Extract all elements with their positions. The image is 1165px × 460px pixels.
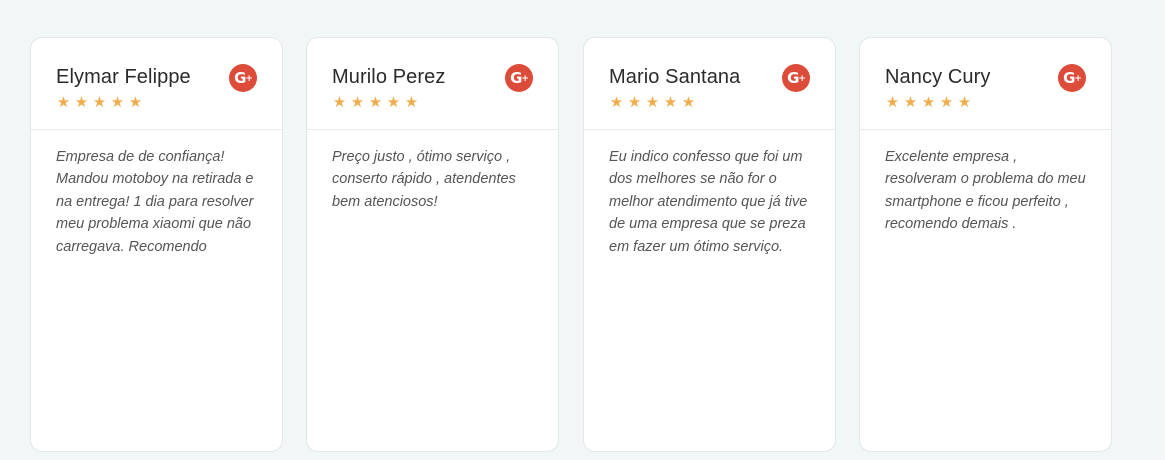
review-author: Elymar Felippe xyxy=(56,66,191,88)
star-icon: ★ xyxy=(92,93,107,111)
star-icon: ★ xyxy=(627,93,642,111)
review-author: Murilo Perez xyxy=(332,66,446,88)
star-icon: ★ xyxy=(663,93,678,111)
star-rating: ★ ★ ★ ★ ★ xyxy=(884,94,973,110)
star-icon: ★ xyxy=(332,93,347,111)
review-card-header: Murilo Perez G+ ★ ★ ★ ★ ★ xyxy=(307,38,558,130)
star-icon: ★ xyxy=(110,93,125,111)
star-icon: ★ xyxy=(939,93,954,111)
review-text: Eu indico confesso que foi um dos melhor… xyxy=(609,149,808,255)
star-rating: ★ ★ ★ ★ ★ xyxy=(331,94,420,110)
star-icon: ★ xyxy=(609,93,624,111)
review-card-header: Elymar Felippe G+ ★ ★ ★ ★ ★ xyxy=(31,38,282,130)
star-icon: ★ xyxy=(921,93,936,111)
star-icon: ★ xyxy=(885,93,900,111)
star-icon: ★ xyxy=(386,93,401,111)
review-author: Mario Santana xyxy=(609,66,741,88)
star-rating: ★ ★ ★ ★ ★ xyxy=(55,94,144,110)
google-plus-icon[interactable]: G+ xyxy=(505,64,533,92)
star-icon: ★ xyxy=(404,93,419,111)
reviews-section: Elymar Felippe G+ ★ ★ ★ ★ ★ Empresa de d… xyxy=(0,0,1165,460)
review-author: Nancy Cury xyxy=(885,66,991,88)
star-icon: ★ xyxy=(645,93,660,111)
google-plus-icon[interactable]: G+ xyxy=(782,64,810,92)
review-card-header: Nancy Cury G+ ★ ★ ★ ★ ★ xyxy=(860,38,1111,130)
star-icon: ★ xyxy=(368,93,383,111)
star-icon: ★ xyxy=(56,93,71,111)
review-text: Preço justo , ótimo serviço , conserto r… xyxy=(332,149,516,210)
review-card: Elymar Felippe G+ ★ ★ ★ ★ ★ Empresa de d… xyxy=(30,37,283,452)
star-icon: ★ xyxy=(74,93,89,111)
google-plus-icon[interactable]: G+ xyxy=(229,64,257,92)
star-icon: ★ xyxy=(957,93,972,111)
review-card: Mario Santana G+ ★ ★ ★ ★ ★ Eu indico con… xyxy=(583,37,836,452)
review-text: Excelente empresa , resolveram o problem… xyxy=(885,149,1086,233)
google-plus-icon[interactable]: G+ xyxy=(1058,64,1086,92)
star-icon: ★ xyxy=(128,93,143,111)
star-rating: ★ ★ ★ ★ ★ xyxy=(608,94,697,110)
star-icon: ★ xyxy=(681,93,696,111)
star-icon: ★ xyxy=(350,93,365,111)
review-card: Nancy Cury G+ ★ ★ ★ ★ ★ Excelente empres… xyxy=(859,37,1112,452)
star-icon: ★ xyxy=(903,93,918,111)
review-card-header: Mario Santana G+ ★ ★ ★ ★ ★ xyxy=(584,38,835,130)
review-card: Murilo Perez G+ ★ ★ ★ ★ ★ Preço justo , … xyxy=(306,37,559,452)
review-text: Empresa de de confiança! Mandou motoboy … xyxy=(56,149,254,255)
